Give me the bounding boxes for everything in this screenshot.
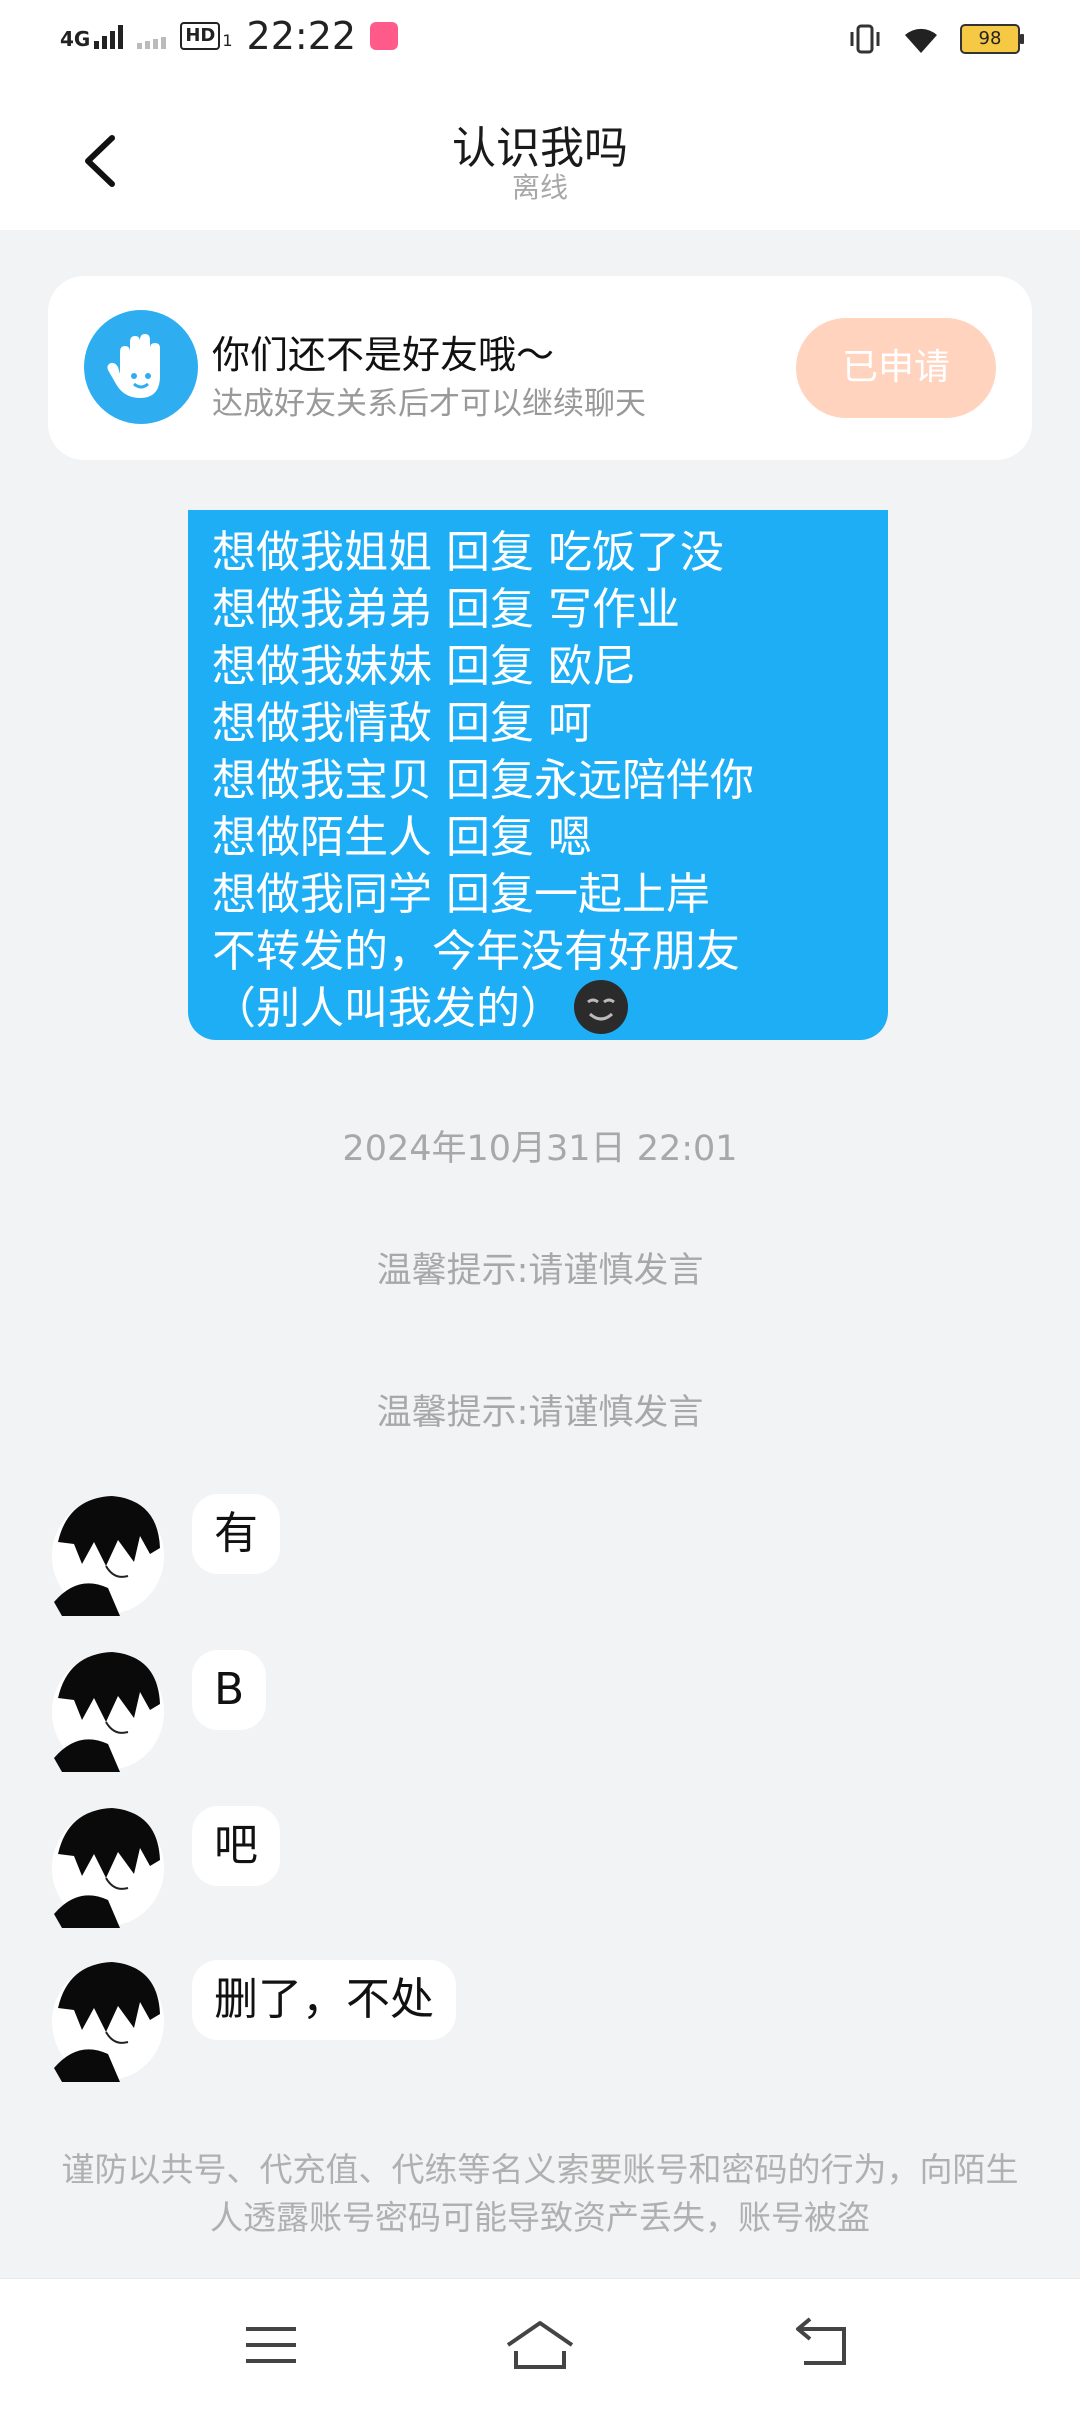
hd-sim-number: 1 <box>222 31 233 50</box>
back-nav-button[interactable] <box>782 2315 862 2375</box>
friend-card-title: 你们还不是好友哦～ <box>212 333 555 377</box>
menu-button[interactable] <box>232 2315 312 2375</box>
signal-icon <box>94 23 124 49</box>
back-return-icon <box>796 2317 846 2365</box>
received-message-bubble[interactable]: 删了，不处 <box>192 1960 456 2040</box>
received-message-bubble[interactable]: 有 <box>192 1494 280 1574</box>
hand-wave-icon <box>84 310 198 424</box>
avatar[interactable] <box>48 1804 168 1928</box>
system-tip: 温馨提示:请谨慎发言 <box>376 1393 704 1433</box>
wifi-icon <box>905 28 937 53</box>
home-icon <box>506 2321 574 2369</box>
applied-button[interactable]: 已申请 <box>796 318 996 418</box>
smiling-dark-face-emoji <box>574 980 628 1034</box>
network-type: 4G <box>60 27 91 51</box>
system-nav-bar <box>0 2278 1080 2409</box>
menu-icon <box>246 2327 296 2363</box>
hd-indicator: HD 1 <box>180 22 233 50</box>
avatar[interactable] <box>48 1958 168 2082</box>
message-line: （别人叫我发的） <box>212 983 564 1034</box>
sent-message-bubble[interactable]: 想做我姐姐 回复 吃饭了没 想做我弟弟 回复 写作业 想做我妹妹 回复 欧尼 想… <box>188 510 888 1040</box>
online-status: 离线 <box>511 171 568 204</box>
battery-icon: 98 <box>960 24 1024 54</box>
signal-sim2-icon <box>137 23 167 49</box>
message-line: 不转发的，今年没有好朋友 <box>212 926 740 977</box>
system-tip: 温馨提示:请谨慎发言 <box>376 1251 704 1291</box>
message-line: 想做我情敌 回复 呵 <box>212 698 592 749</box>
home-button[interactable] <box>500 2315 580 2375</box>
status-bar: 4G HD 1 22:22 98 <box>0 0 1080 84</box>
message-line: 想做我妹妹 回复 欧尼 <box>212 641 636 692</box>
timestamp: 2024年10月31日 22:01 <box>342 1129 738 1169</box>
avatar[interactable] <box>48 1648 168 1772</box>
clock: 22:22 <box>246 14 357 58</box>
friend-status-card: 你们还不是好友哦～ 达成好友关系后才可以继续聊天 已申请 <box>48 276 1032 460</box>
status-left: 4G HD 1 22:22 <box>60 14 399 58</box>
message-line: 想做我同学 回复一起上岸 <box>212 869 710 920</box>
message-line: 想做我宝贝 回复永远陪伴你 <box>212 755 754 806</box>
avatar[interactable] <box>48 1492 168 1616</box>
message-line: 想做陌生人 回复 嗯 <box>212 812 592 863</box>
vibrate-icon <box>850 24 880 54</box>
received-message-bubble[interactable]: B <box>192 1650 267 1730</box>
status-right: 98 <box>848 22 1024 56</box>
hd-badge: HD <box>180 22 221 50</box>
friend-card-subtitle: 达成好友关系后才可以继续聊天 <box>212 386 646 422</box>
security-warning: 谨防以共号、代充值、代练等名义索要账号和密码的行为，向陌生人透露账号密码可能导致… <box>61 2150 1019 2237</box>
chat-header: 认识我吗 离线 <box>0 84 1080 230</box>
message-line-with-emoji: （别人叫我发的） <box>212 972 628 1038</box>
app-notification-icon <box>370 22 399 50</box>
message-line: 想做我姐姐 回复 吃饭了没 <box>212 527 724 578</box>
network-indicator: 4G <box>60 23 124 51</box>
message-line: 想做我弟弟 回复 写作业 <box>212 584 680 635</box>
received-message-bubble[interactable]: 吧 <box>192 1806 280 1886</box>
